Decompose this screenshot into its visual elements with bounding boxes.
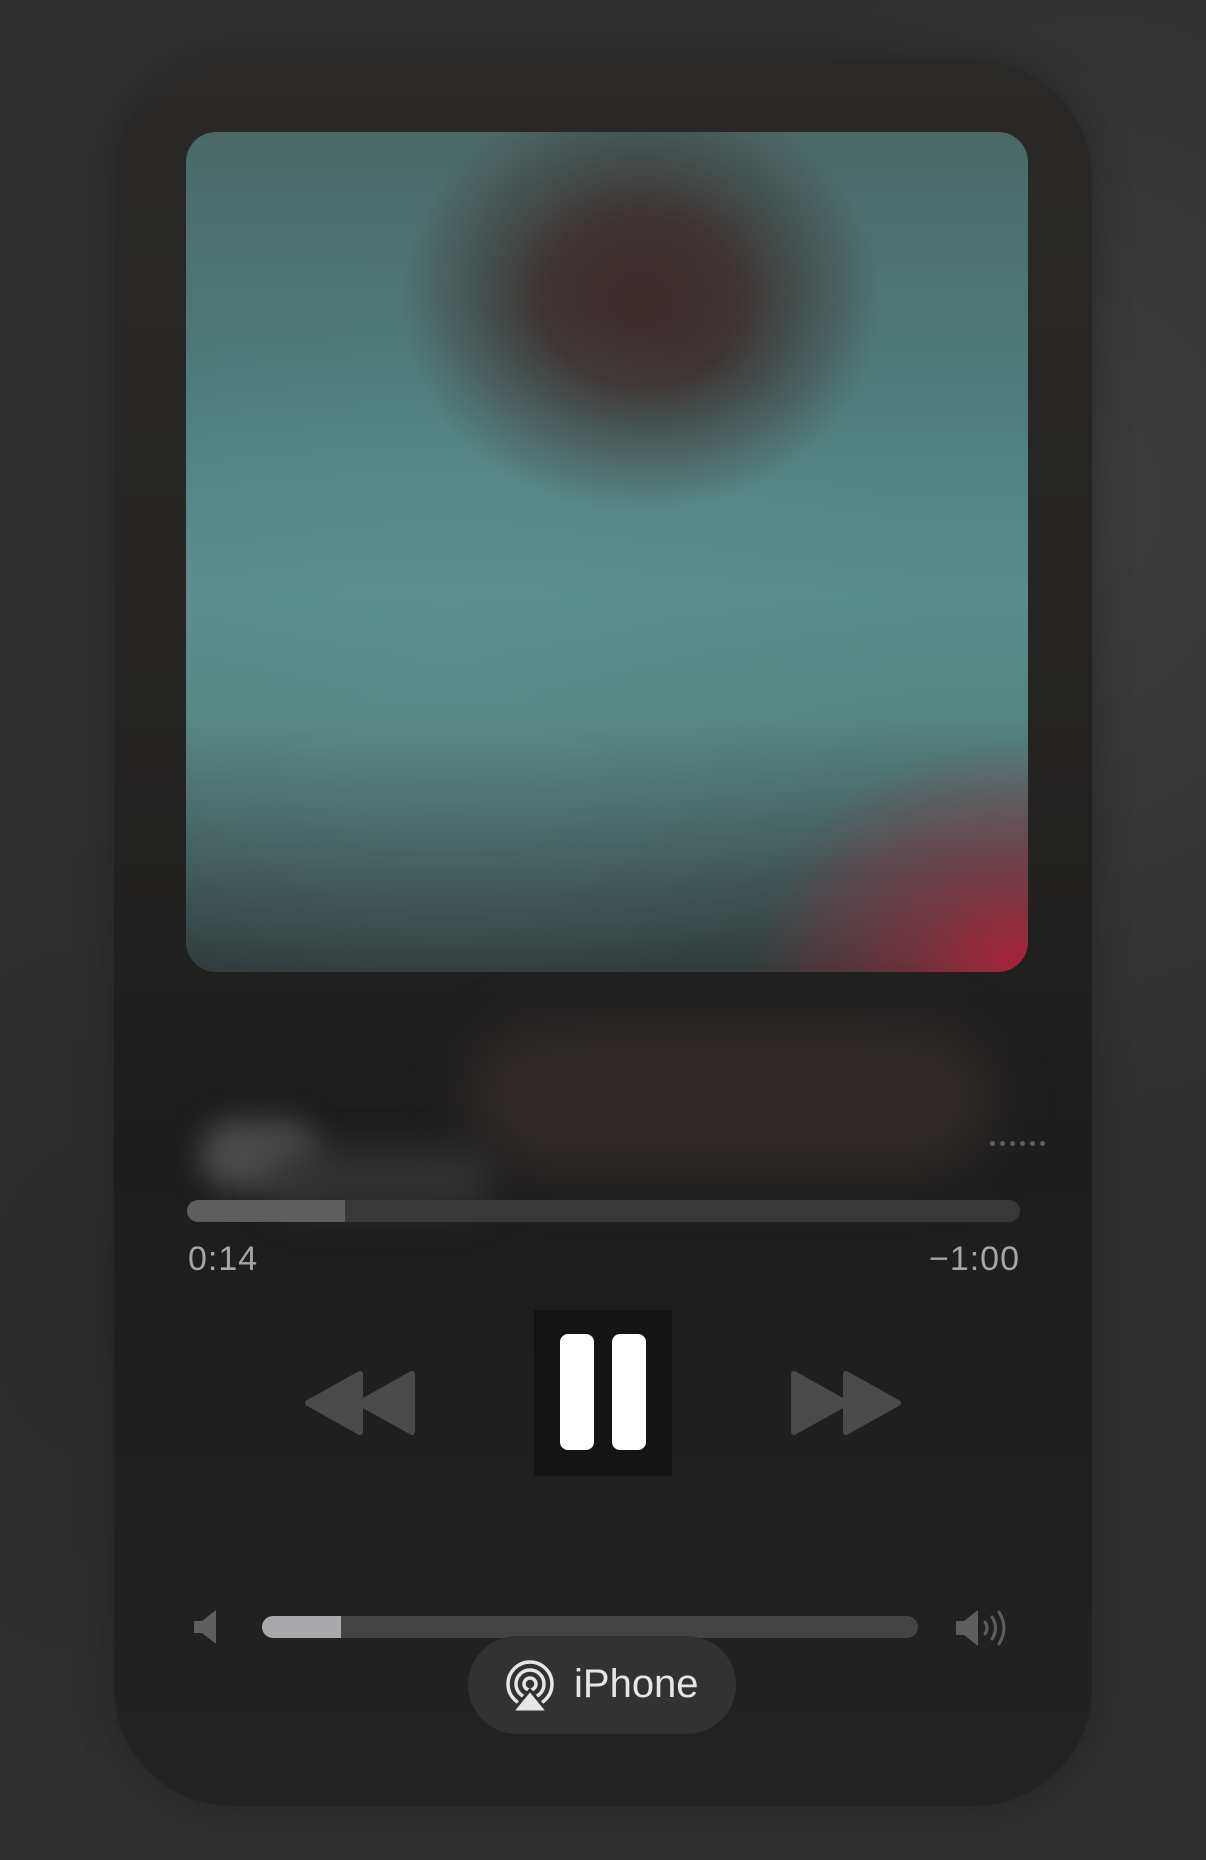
pause-icon xyxy=(560,1334,646,1450)
airplay-output-button[interactable]: iPhone xyxy=(468,1636,736,1734)
fast-forward-button[interactable] xyxy=(790,1370,902,1436)
album-artwork xyxy=(186,132,1028,972)
playback-progress xyxy=(187,1200,346,1222)
remaining-time: −1:00 xyxy=(928,1240,1020,1278)
forward-icon xyxy=(791,1371,901,1435)
track-info-blur xyxy=(470,1030,990,1170)
airplay-icon xyxy=(506,1660,554,1712)
elapsed-time: 0:14 xyxy=(188,1240,259,1278)
speaker-high-icon xyxy=(956,1610,1006,1646)
pause-button[interactable] xyxy=(534,1310,672,1476)
output-device-label: iPhone xyxy=(574,1662,699,1706)
artwork-glow xyxy=(186,132,1028,972)
speaker-low-icon xyxy=(194,1610,216,1644)
volume-level xyxy=(262,1616,341,1638)
track-info xyxy=(150,990,1050,1220)
playback-scrubber[interactable] xyxy=(187,1200,1020,1222)
volume-slider[interactable] xyxy=(262,1616,918,1638)
transport-controls xyxy=(114,1310,1092,1480)
now-playing-card: 0:14 −1:00 iPhone xyxy=(114,60,1092,1806)
rewind-button[interactable] xyxy=(304,1370,416,1436)
backward-icon xyxy=(305,1371,415,1435)
ellipsis-icon[interactable] xyxy=(990,1138,1060,1148)
